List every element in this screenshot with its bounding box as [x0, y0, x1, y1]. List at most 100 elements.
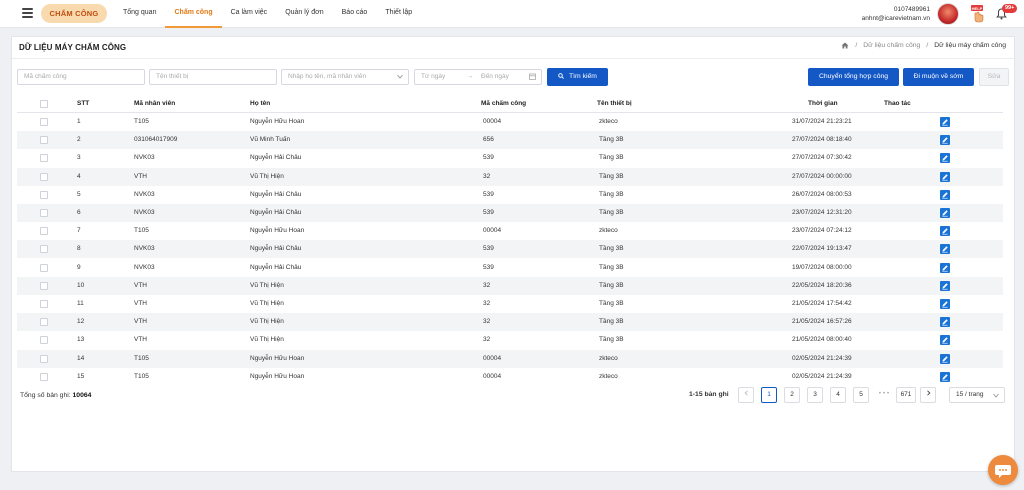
cell-full-name: Nguyễn Hải Châu: [250, 190, 302, 198]
page-1[interactable]: 1: [761, 387, 777, 403]
breadcrumb: / Dữ liệu chấm công / Dữ liệu máy chấm c…: [841, 42, 1006, 49]
device-input[interactable]: Tên thiết bị: [149, 69, 277, 85]
avatar[interactable]: [937, 3, 959, 25]
row-checkbox[interactable]: [40, 336, 48, 345]
cell-attendance-code: 00004: [483, 227, 502, 235]
table-row[interactable]: 12 VTH Vũ Thị Hiện 32 Tầng 3B 21/05/2024 16:5…: [17, 313, 1003, 332]
row-checkbox[interactable]: [40, 227, 48, 236]
nav-item-quan-ly-don[interactable]: Quản lý đơn: [276, 0, 332, 28]
edit-row-icon[interactable]: [940, 280, 950, 291]
page-3[interactable]: 3: [807, 387, 823, 403]
content-card: DỮ LIỆU MÁY CHẤM CÔNG / Dữ liệu chấm côn…: [11, 36, 1015, 472]
breadcrumb-separator: /: [855, 42, 858, 49]
page-title: DỮ LIỆU MÁY CHẤM CÔNG: [19, 43, 127, 52]
table-row[interactable]: 9 NVK03 Nguyễn Hải Châu 539 Tầng 3B 19/07/202…: [17, 259, 1003, 277]
cell-stt: 6: [77, 209, 81, 216]
chat-support-button[interactable]: [988, 455, 1018, 485]
table-row[interactable]: 14 T105 Nguyễn Hữu Hoan 00004 zkteco 02/05/20…: [17, 349, 1003, 368]
employee-select[interactable]: Nhập họ tên, mã nhân viên: [281, 69, 409, 85]
cell-time: 27/07/2024 08:18:40: [792, 136, 852, 144]
breadcrumb-item[interactable]: Dữ liệu chấm công: [863, 42, 920, 49]
edit-row-icon[interactable]: [940, 262, 950, 273]
row-checkbox[interactable]: [40, 190, 48, 199]
table-row[interactable]: 15 T105 Nguyễn Hữu Hoan 00004 zkteco 02/05/20…: [17, 368, 1003, 386]
table-row[interactable]: 4 VTH Vũ Thị Hiện 32 Tầng 3B 27/07/2024 00:00…: [17, 167, 1003, 186]
nav-item-tong-quan[interactable]: Tổng quan: [114, 0, 165, 28]
edit-row-icon[interactable]: [940, 135, 950, 146]
edit-row-icon[interactable]: [940, 353, 950, 364]
row-checkbox[interactable]: [40, 118, 48, 126]
cell-employee-code: T105: [134, 372, 149, 380]
page-size-select[interactable]: 15 / trang: [949, 387, 1005, 403]
cell-full-name: Nguyễn Hữu Hoan: [250, 227, 305, 235]
page-2[interactable]: 2: [784, 387, 800, 403]
table-row[interactable]: 10 VTH Vũ Thị Hiện 32 Tầng 3B 22/05/2024 18:2…: [17, 276, 1003, 295]
chevron-left-icon: [744, 390, 748, 396]
table-row[interactable]: 8 NVK03 Nguyễn Hải Châu 539 Tầng 3B 22/07/202…: [17, 240, 1003, 259]
nav-item-ca-lam-viec[interactable]: Ca làm việc: [222, 0, 277, 28]
account-info[interactable]: 0107489961 anhnt@icarevietnam.vn: [862, 5, 930, 23]
row-checkbox[interactable]: [40, 354, 48, 363]
edit-row-icon[interactable]: [940, 189, 950, 200]
row-checkbox[interactable]: [40, 318, 48, 327]
table-row[interactable]: 6 NVK03 Nguyễn Hải Châu 539 Tầng 3B 23/07/202…: [17, 204, 1003, 222]
row-checkbox[interactable]: [40, 281, 48, 290]
cell-attendance-code: 00004: [483, 118, 502, 125]
date-range-picker[interactable]: Từ ngày → Đến ngày: [414, 69, 542, 85]
row-checkbox[interactable]: [40, 245, 48, 254]
edit-row-icon[interactable]: [940, 371, 950, 382]
edit-row-icon[interactable]: [940, 244, 950, 255]
edit-row-icon[interactable]: [940, 208, 950, 218]
col-actions: Thao tác: [884, 100, 911, 107]
table-row[interactable]: 3 NVK03 Nguyễn Hải Châu 539 Tầng 3B 27/07/202…: [17, 149, 1003, 167]
page-last[interactable]: 671: [896, 387, 916, 403]
edit-row-icon[interactable]: [940, 335, 950, 346]
sync-timesheet-button[interactable]: Chuyển tổng hợp công: [808, 68, 899, 86]
row-checkbox[interactable]: [40, 172, 48, 181]
table-row[interactable]: 5 NVK03 Nguyễn Hải Châu 539 Tầng 3B 26/07/202…: [17, 186, 1003, 204]
home-icon[interactable]: [841, 42, 849, 49]
edit-button[interactable]: Sửa: [979, 68, 1009, 86]
table-row[interactable]: 2 031064017909 Vũ Minh Tuấn 656 Tầng 3B 27/07…: [17, 131, 1003, 150]
cell-employee-code: T105: [134, 227, 149, 235]
edit-row-icon[interactable]: [940, 226, 950, 237]
nav-item-thiet-lap[interactable]: Thiết lập: [376, 0, 421, 28]
table-row[interactable]: 11 VTH Vũ Thị Hiện 32 Tầng 3B 21/05/2024 17:5…: [17, 295, 1003, 313]
page-4[interactable]: 4: [830, 387, 846, 403]
next-page-button[interactable]: [920, 387, 936, 403]
row-checkbox[interactable]: [40, 372, 48, 381]
row-checkbox[interactable]: [40, 154, 48, 163]
table-row[interactable]: 13 VTH Vũ Thị Hiện 32 Tầng 3B 21/05/2024 08:0…: [17, 331, 1003, 349]
edit-row-icon[interactable]: [940, 117, 950, 127]
edit-row-icon[interactable]: [940, 299, 950, 309]
cell-full-name: Nguyễn Hải Châu: [250, 154, 302, 162]
hamburger-menu-icon[interactable]: [22, 8, 33, 18]
cell-full-name: Nguyễn Hải Châu: [250, 245, 302, 253]
prev-page-button[interactable]: [738, 387, 754, 403]
table-row[interactable]: 7 T105 Nguyễn Hữu Hoan 00004 zkteco 23/07/202…: [17, 222, 1003, 240]
select-all-checkbox[interactable]: [40, 100, 48, 108]
page-size-value: 15 / trang: [956, 391, 984, 398]
table-row[interactable]: 1 T105 Nguyễn Hữu Hoan 00004 zkteco 31/07/202…: [17, 113, 1003, 131]
help-hand-icon[interactable]: HELP: [969, 5, 985, 23]
cell-employee-code: T105: [134, 354, 149, 362]
edit-row-icon[interactable]: [940, 171, 950, 182]
edit-row-icon[interactable]: [940, 317, 950, 328]
cell-stt: 13: [77, 336, 85, 344]
page-ellipsis[interactable]: • • •: [874, 387, 894, 403]
page-5[interactable]: 5: [853, 387, 869, 403]
row-checkbox[interactable]: [40, 209, 48, 217]
search-button[interactable]: Tìm kiếm: [547, 68, 608, 86]
svg-text:HELP: HELP: [972, 6, 983, 11]
cell-stt: 14: [77, 354, 85, 362]
edit-row-icon[interactable]: [940, 153, 950, 164]
cell-employee-code: NVK03: [134, 263, 155, 271]
code-input[interactable]: Mã chấm công: [17, 69, 145, 85]
row-checkbox[interactable]: [40, 136, 48, 145]
row-checkbox[interactable]: [40, 300, 48, 308]
late-early-button[interactable]: Đi muộn về sớm: [903, 68, 974, 86]
nav-item-bao-cao[interactable]: Báo cáo: [333, 0, 377, 28]
row-checkbox[interactable]: [40, 263, 48, 272]
nav-item-cham-cong[interactable]: Chấm công: [165, 0, 222, 28]
app-brand-pill[interactable]: CHẤM CÔNG: [41, 4, 107, 23]
